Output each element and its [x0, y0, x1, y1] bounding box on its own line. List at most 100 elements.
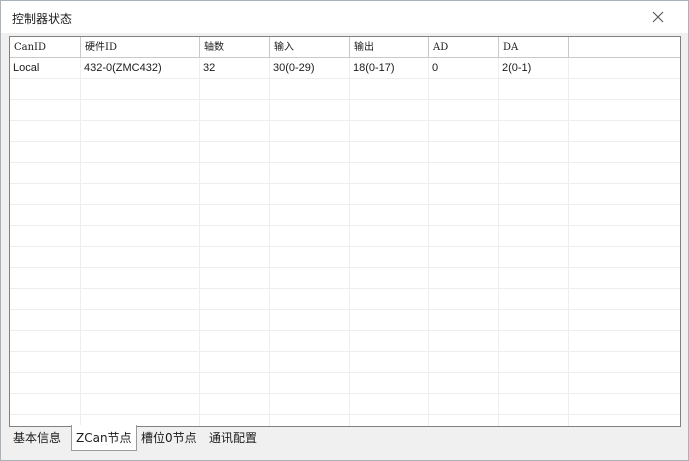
grid-cell-empty[interactable]: [10, 121, 81, 142]
grid-cell-empty[interactable]: [499, 184, 569, 205]
cell-canid[interactable]: Local: [10, 58, 81, 79]
tab-zcan-nodes[interactable]: ZCan节点: [71, 425, 137, 451]
grid-cell-empty[interactable]: [429, 268, 499, 289]
grid-cell-empty[interactable]: [270, 205, 350, 226]
grid-cell-empty[interactable]: [429, 142, 499, 163]
grid-cell-empty[interactable]: [10, 163, 81, 184]
grid-cell-empty[interactable]: [270, 226, 350, 247]
table-row-empty[interactable]: [10, 79, 680, 100]
column-header-axis-count[interactable]: 轴数: [200, 37, 270, 58]
grid-cell-empty[interactable]: [350, 163, 429, 184]
cell-axis-count[interactable]: 32: [200, 58, 270, 79]
cell-outputs[interactable]: 18(0-17): [350, 58, 429, 79]
grid-cell-empty[interactable]: [200, 394, 270, 415]
table-row-empty[interactable]: [10, 142, 680, 163]
grid-cell-empty[interactable]: [499, 331, 569, 352]
tab-slot0-nodes[interactable]: 槽位0节点: [137, 426, 201, 450]
grid-cell-empty[interactable]: [499, 310, 569, 331]
grid-cell-empty[interactable]: [81, 163, 200, 184]
grid-cell-empty[interactable]: [81, 205, 200, 226]
grid-cell-empty[interactable]: [270, 163, 350, 184]
grid-cell-empty[interactable]: [270, 100, 350, 121]
grid-cell-empty[interactable]: [499, 226, 569, 247]
grid-cell-empty[interactable]: [270, 247, 350, 268]
grid-cell-empty[interactable]: [350, 373, 429, 394]
grid-cell-empty[interactable]: [270, 373, 350, 394]
column-header-inputs[interactable]: 输入: [270, 37, 350, 58]
grid-cell-empty[interactable]: [270, 268, 350, 289]
grid-cell-empty[interactable]: [200, 121, 270, 142]
grid-cell-empty[interactable]: [200, 331, 270, 352]
grid-cell-empty[interactable]: [429, 352, 499, 373]
grid-cell-empty[interactable]: [81, 226, 200, 247]
grid-cell-empty[interactable]: [429, 394, 499, 415]
cell-ad[interactable]: 0: [429, 58, 499, 79]
table-row-empty[interactable]: [10, 205, 680, 226]
grid-cell-empty[interactable]: [350, 268, 429, 289]
grid-cell-empty[interactable]: [10, 205, 81, 226]
grid-cell-empty[interactable]: [270, 289, 350, 310]
node-grid[interactable]: CanID 硬件ID 轴数 输入 输出 AD DA Local 432-0(ZM…: [9, 36, 681, 427]
grid-cell-empty[interactable]: [350, 121, 429, 142]
column-header-da[interactable]: DA: [499, 37, 569, 58]
grid-cell-empty[interactable]: [429, 289, 499, 310]
grid-cell-empty[interactable]: [270, 79, 350, 100]
grid-cell-empty[interactable]: [429, 310, 499, 331]
grid-cell-empty[interactable]: [350, 247, 429, 268]
tab-basic-info[interactable]: 基本信息: [9, 426, 65, 450]
grid-cell-empty[interactable]: [499, 352, 569, 373]
grid-cell-empty[interactable]: [350, 289, 429, 310]
grid-cell-empty[interactable]: [10, 268, 81, 289]
grid-cell-empty[interactable]: [499, 79, 569, 100]
grid-cell-empty[interactable]: [499, 121, 569, 142]
cell-da[interactable]: 2(0-1): [499, 58, 569, 79]
grid-cell-empty[interactable]: [81, 142, 200, 163]
grid-cell-empty[interactable]: [429, 163, 499, 184]
grid-cell-empty[interactable]: [10, 373, 81, 394]
grid-cell-empty[interactable]: [350, 331, 429, 352]
grid-cell-empty[interactable]: [10, 100, 81, 121]
grid-cell-empty[interactable]: [270, 142, 350, 163]
grid-cell-empty[interactable]: [10, 394, 81, 415]
grid-cell-empty[interactable]: [270, 310, 350, 331]
grid-cell-empty[interactable]: [499, 163, 569, 184]
grid-cell-empty[interactable]: [10, 289, 81, 310]
tab-comm-config[interactable]: 通讯配置: [205, 426, 261, 450]
table-row-empty[interactable]: [10, 289, 680, 310]
grid-cell-empty[interactable]: [270, 352, 350, 373]
grid-cell-empty[interactable]: [350, 394, 429, 415]
grid-cell-empty[interactable]: [429, 100, 499, 121]
grid-cell-empty[interactable]: [10, 310, 81, 331]
table-row-empty[interactable]: [10, 100, 680, 121]
grid-cell-empty[interactable]: [350, 226, 429, 247]
grid-cell-empty[interactable]: [429, 79, 499, 100]
grid-cell-empty[interactable]: [200, 226, 270, 247]
grid-cell-empty[interactable]: [200, 142, 270, 163]
grid-cell-empty[interactable]: [499, 100, 569, 121]
cell-inputs[interactable]: 30(0-29): [270, 58, 350, 79]
grid-cell-empty[interactable]: [499, 268, 569, 289]
table-row-empty[interactable]: [10, 184, 680, 205]
grid-cell-empty[interactable]: [429, 226, 499, 247]
table-row-empty[interactable]: [10, 310, 680, 331]
grid-cell-empty[interactable]: [499, 142, 569, 163]
grid-cell-empty[interactable]: [350, 79, 429, 100]
table-row-empty[interactable]: [10, 394, 680, 415]
grid-cell-empty[interactable]: [10, 226, 81, 247]
cell-hardware-id[interactable]: 432-0(ZMC432): [81, 58, 200, 79]
grid-cell-empty[interactable]: [81, 268, 200, 289]
grid-cell-empty[interactable]: [270, 331, 350, 352]
grid-cell-empty[interactable]: [81, 352, 200, 373]
grid-cell-empty[interactable]: [81, 373, 200, 394]
table-row-empty[interactable]: [10, 373, 680, 394]
grid-cell-empty[interactable]: [270, 394, 350, 415]
grid-cell-empty[interactable]: [499, 373, 569, 394]
grid-cell-empty[interactable]: [200, 79, 270, 100]
table-row-empty[interactable]: [10, 352, 680, 373]
grid-cell-empty[interactable]: [429, 121, 499, 142]
grid-cell-empty[interactable]: [200, 268, 270, 289]
grid-cell-empty[interactable]: [81, 289, 200, 310]
column-header-ad[interactable]: AD: [429, 37, 499, 58]
table-row-empty[interactable]: [10, 268, 680, 289]
table-row-empty[interactable]: [10, 247, 680, 268]
